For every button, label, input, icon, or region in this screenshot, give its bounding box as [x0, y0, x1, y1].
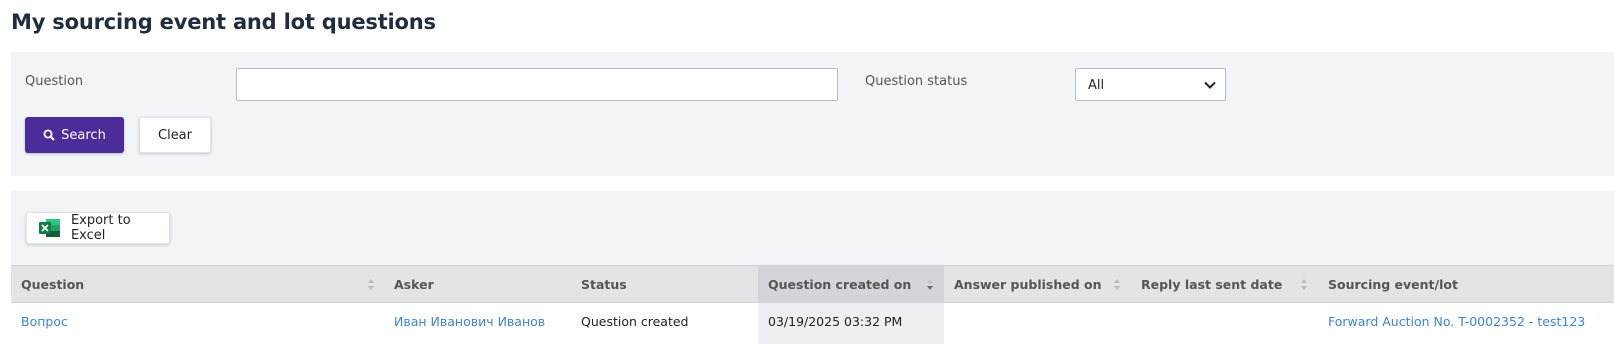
filter-panel: Question Question status All Search Clea…	[11, 52, 1614, 176]
export-button-label: Export to Excel	[70, 213, 131, 243]
chevron-down-icon	[1204, 81, 1216, 89]
results-panel: Export to Excel Question Asker Status Qu…	[11, 191, 1614, 344]
column-header-status[interactable]: Status	[571, 266, 758, 303]
status-cell: Question created	[581, 314, 689, 329]
column-header-reply-last-sent-date[interactable]: Reply last sent date	[1131, 266, 1318, 303]
questions-table: Question Asker Status Question created o…	[11, 265, 1614, 344]
column-header-asker[interactable]: Asker	[384, 266, 571, 303]
sort-icon	[1301, 279, 1307, 290]
table-row: Вопрос Иван Иванович Иванов Question cre…	[11, 303, 1614, 344]
table-header: Question Asker Status Question created o…	[11, 265, 1614, 303]
sort-icon	[368, 279, 374, 290]
search-icon	[43, 129, 55, 141]
clear-button-label: Clear	[158, 127, 192, 143]
export-to-excel-button[interactable]: Export to Excel	[26, 212, 170, 244]
question-status-select[interactable]: All	[1075, 68, 1226, 101]
page-title: My sourcing event and lot questions	[11, 10, 436, 34]
answer-published-cell	[944, 303, 1131, 344]
column-header-sourcing-event-lot[interactable]: Sourcing event/lot	[1318, 266, 1614, 303]
question-link[interactable]: Вопрос	[11, 303, 384, 344]
question-filter-label: Question	[25, 74, 84, 89]
reply-last-sent-cell	[1131, 303, 1318, 344]
column-header-answer-published-on[interactable]: Answer published on	[944, 266, 1131, 303]
column-header-question[interactable]: Question	[11, 266, 384, 303]
search-button-label: Search	[61, 127, 106, 143]
asker-link[interactable]: Иван Иванович Иванов	[384, 303, 571, 344]
excel-icon	[39, 219, 60, 237]
question-status-label: Question status	[865, 74, 968, 89]
sort-icon	[1114, 279, 1120, 290]
created-on-cell: 03/19/2025 03:32 PM	[758, 303, 944, 344]
question-status-value: All	[1088, 78, 1105, 93]
question-filter-input[interactable]	[236, 68, 838, 101]
search-button[interactable]: Search	[25, 117, 124, 153]
sourcing-event-link[interactable]: Forward Auction No. T-0002352 - test123	[1318, 303, 1614, 344]
sort-descending-icon	[927, 279, 933, 290]
clear-button[interactable]: Clear	[139, 117, 211, 153]
column-header-question-created-on[interactable]: Question created on	[758, 266, 944, 303]
